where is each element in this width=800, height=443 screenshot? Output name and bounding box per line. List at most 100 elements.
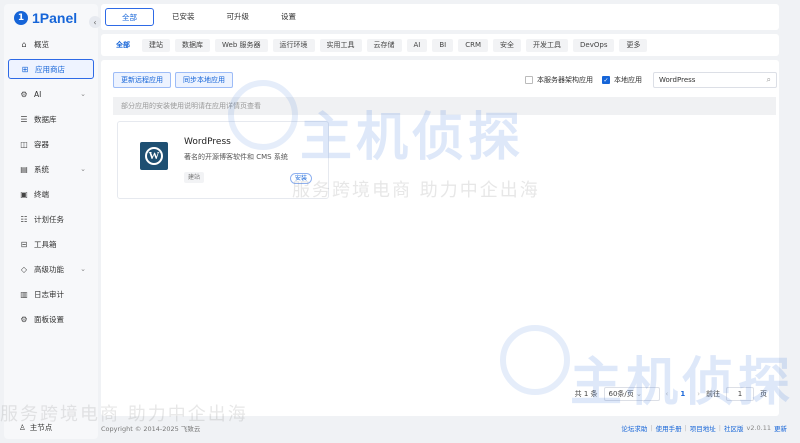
checkbox-checked-icon: ✓ [602,76,610,84]
sidebar-item-label: 日志审计 [34,289,64,299]
total-count: 共 1 条 [574,390,598,398]
system-icon: ▤ [20,164,28,174]
install-button[interactable]: 安装 [290,173,313,184]
manual-link[interactable]: 使用手册 [656,423,682,433]
category-chip[interactable]: 运行环境 [272,38,315,52]
app-card[interactable]: W WordPress 著名的开源博客软件和 CMS 系统 建站 安装 [117,121,329,199]
sidebar-item-10[interactable]: ▥ 日志审计 [8,284,94,304]
chevron-down-icon: ⌄ [80,165,86,173]
pagination: 共 1 条 60条/页 ⌄ ‹ 1 › 前往 1 页 [575,387,767,401]
sidebar-item-label: 应用商店 [35,64,65,74]
search-icon[interactable]: ⌕ [767,73,771,87]
collapse-sidebar-button[interactable]: ‹ [89,16,101,28]
category-chip[interactable]: 实用工具 [319,38,362,52]
version: v2.0.11 [746,424,771,432]
footer: Copyright © 2014-2025 飞致云 论坛求助 | 使用手册 | 项目… [101,419,789,437]
sidebar-item-label: 工具箱 [34,239,57,249]
sidebar-item-2[interactable]: ⚙ AI ⌄ [8,84,94,104]
sidebar-nav: ⌂ 概览 ⊞ 应用商店 ⚙ AI ⌄ ☰ 数据库 ◫ 容器 ▤ 系统 ⌄ ▣ 终端 ☷ 计划任务 ⊟ 工具箱 ◇ 高级功能… [8,34,94,334]
category-chip[interactable]: 安全 [493,38,522,52]
sidebar-item-0[interactable]: ⌂ 概览 [8,34,94,54]
footer-links: 论坛求助 | 使用手册 | 项目地址 | 社区版 v2.0.11 更新 [621,423,787,433]
robot-icon: ⚙ [20,89,28,99]
tab-upgradable[interactable]: 可升级 [213,8,264,26]
diamond-icon: ◇ [20,264,28,274]
current-page[interactable]: 1 [674,390,691,398]
sync-remote-button[interactable]: 更新远程应用 [113,72,171,88]
app-name: WordPress [184,137,231,147]
category-chip[interactable]: 全部 [109,38,137,52]
category-chip[interactable]: Web 服务器 [215,38,268,52]
search-input[interactable]: WordPress ⌕ [653,72,777,88]
checkbox-unchecked-icon [525,76,533,84]
category-chip[interactable]: CRM [458,38,489,52]
node-switcher[interactable]: ♙ 主节点 [19,422,52,433]
logo-text: 1Panel [32,10,78,26]
category-chip[interactable]: BI [432,38,454,52]
sidebar-item-label: 计划任务 [34,214,64,224]
app-description: 著名的开源博客软件和 CMS 系统 [184,153,288,161]
sidebar: 1 1Panel ‹ ⌂ 概览 ⊞ 应用商店 ⚙ AI ⌄ ☰ 数据库 ◫ 容器 ▤ 系统 ⌄ ▣ 终端 ☷ 计划… [4,4,101,439]
watermark-globe-icon [228,80,298,150]
chevron-down-icon: ⌄ [80,265,86,273]
update-link[interactable]: 更新 [774,423,787,433]
sidebar-item-label: AI [34,89,42,99]
watermark-globe-icon-2 [500,325,570,395]
sidebar-item-label: 高级功能 [34,264,64,274]
tab-settings[interactable]: 设置 [267,8,310,26]
sync-local-button[interactable]: 同步本地应用 [175,72,233,88]
sidebar-item-label: 数据库 [34,114,57,124]
arch-filter-checkbox[interactable]: 本服务器架构应用 [525,75,593,85]
sidebar-item-7[interactable]: ☷ 计划任务 [8,209,94,229]
sidebar-item-label: 终端 [34,189,49,199]
category-chip[interactable]: AI [406,38,428,52]
wordpress-logo-icon: W [140,142,168,170]
node-label: 主节点 [29,423,53,432]
notice-bar: 部分应用的安装使用说明请在应用详情页查看 [113,97,776,115]
local-apps-checkbox[interactable]: ✓ 本地应用 [602,75,642,85]
project-link[interactable]: 项目地址 [690,423,716,433]
category-chip[interactable]: 数据库 [175,38,210,52]
terminal-icon: ▣ [20,189,28,199]
sidebar-item-5[interactable]: ▤ 系统 ⌄ [8,159,94,179]
sidebar-item-1[interactable]: ⊞ 应用商店 [8,59,94,79]
sidebar-item-label: 面板设置 [34,314,64,324]
sidebar-item-4[interactable]: ◫ 容器 [8,134,94,154]
category-chip[interactable]: DevOps [573,38,615,52]
sidebar-item-label: 容器 [34,139,49,149]
container-icon: ◫ [20,139,28,149]
next-page-icon[interactable]: › [697,390,700,398]
app-store-panel: 更新远程应用 同步本地应用 本服务器架构应用 ✓ 本地应用 WordPress … [101,60,779,416]
edition-link[interactable]: 社区版 [724,423,744,433]
app-tag: 建站 [184,172,205,183]
category-chip[interactable]: 开发工具 [526,38,569,52]
top-tabs: 全部 已安装 可升级 设置 [101,4,779,30]
tab-installed[interactable]: 已安装 [158,8,209,26]
forum-link[interactable]: 论坛求助 [621,423,647,433]
sidebar-item-label: 概览 [34,39,49,49]
page-size-select[interactable]: 60条/页 ⌄ [603,387,660,401]
arch-filter-label: 本服务器架构应用 [537,76,593,84]
goto-label: 前往 [706,390,720,398]
category-chip[interactable]: 更多 [619,38,648,52]
sidebar-item-6[interactable]: ▣ 终端 [8,184,94,204]
category-filter: 全部 建站 数据库 Web 服务器 运行环境 实用工具 云存储 AI BI CRM 安全 开发工具 De… [101,34,779,56]
logo[interactable]: 1 1Panel [14,10,77,26]
goto-page-input[interactable]: 1 [726,387,754,401]
sidebar-item-8[interactable]: ⊟ 工具箱 [8,234,94,254]
page-suffix: 页 [760,390,767,398]
local-apps-label: 本地应用 [614,76,642,84]
logo-icon: 1 [14,11,28,25]
prev-page-icon[interactable]: ‹ [666,390,669,398]
sidebar-item-label: 系统 [34,164,49,174]
home-icon: ⌂ [21,39,27,49]
sidebar-item-9[interactable]: ◇ 高级功能 ⌄ [8,259,94,279]
tab-all[interactable]: 全部 [105,8,154,26]
user-icon: ♙ [19,423,26,432]
sidebar-item-3[interactable]: ☰ 数据库 [8,109,94,129]
sidebar-item-11[interactable]: ⚙ 面板设置 [8,309,94,329]
category-chip[interactable]: 云存储 [366,38,402,52]
category-chip[interactable]: 建站 [142,38,170,52]
log-icon: ▥ [20,289,28,299]
apps-grid-icon: ⊞ [21,64,29,74]
